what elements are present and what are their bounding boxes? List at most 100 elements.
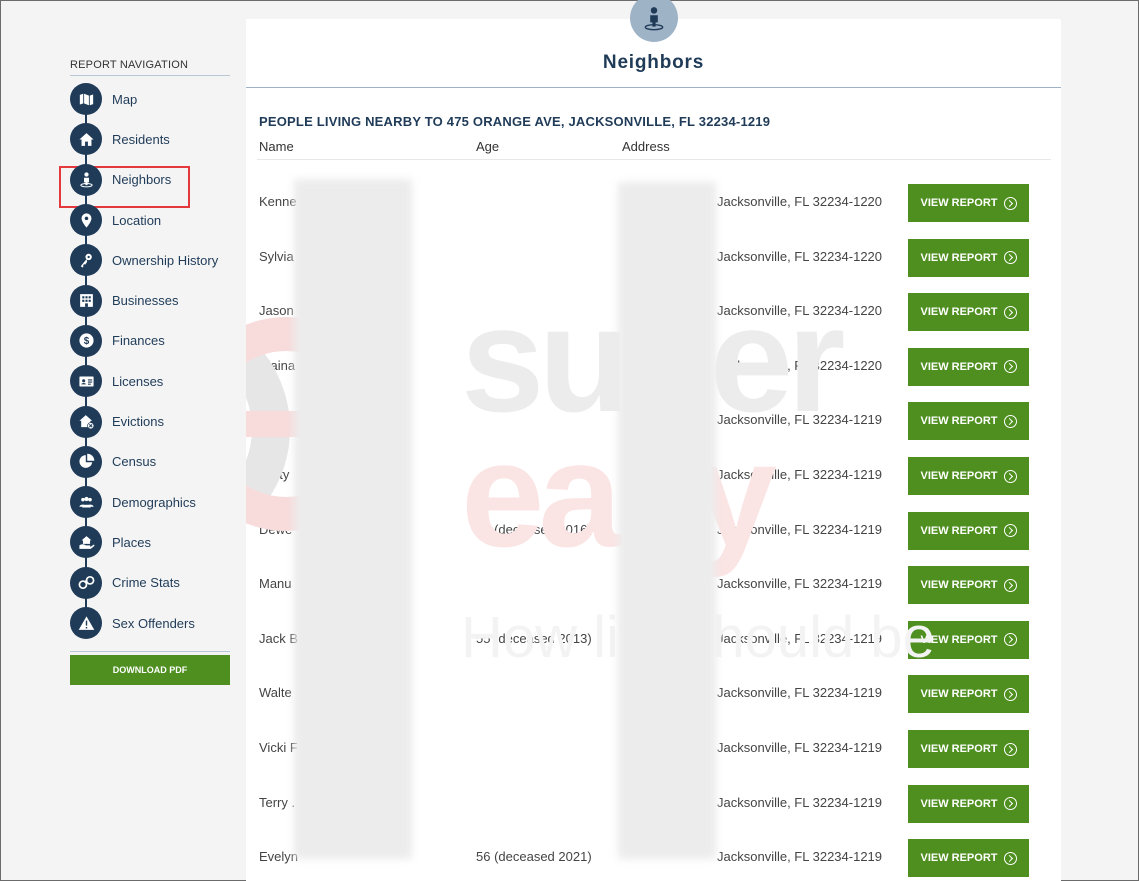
neighbor-age: 55 (deceased 2013) [476, 630, 592, 646]
sidebar-item-label: Places [112, 534, 152, 550]
neighbor-name: Terry . [259, 794, 296, 810]
view-report-label: VIEW REPORT [920, 688, 998, 701]
sidebar-item-label: Licenses [112, 373, 164, 389]
neighbor-address: Jacksonville, FL 32234-1219 [717, 467, 883, 482]
chevron-right-circle-icon [1003, 414, 1017, 428]
sidebar-item-label: Businesses [112, 293, 179, 309]
sidebar-item-label: Crime Stats [112, 575, 180, 591]
sidebar-item-residents[interactable]: Residents [70, 119, 230, 159]
download-pdf-button[interactable]: DOWNLOAD PDF [70, 655, 230, 686]
neighbor-name: Jason [259, 303, 294, 319]
neighbor-age: 59 (deceased 2016) [476, 521, 592, 537]
neighbor-age: 56 (deceased 2021) [476, 849, 592, 865]
chevron-right-circle-icon [1003, 469, 1017, 483]
view-report-button[interactable]: VIEW REPORT [908, 457, 1029, 495]
neighbor-address: Jacksonville, FL 32234-1219 [717, 412, 883, 428]
sidebar-item-census[interactable]: Census [70, 442, 230, 482]
sidebar-item-label: Census [112, 454, 157, 470]
name-privacy-blur [294, 179, 412, 859]
neighbor-address: Jacksonville, FL 32234-1219 [717, 685, 883, 701]
sidebar-item-map[interactable]: Map [70, 79, 230, 119]
header-divider [257, 159, 1051, 160]
neighbor-address: Jacksonville, FL 32234-1220 [717, 357, 883, 373]
sidebar-item-crime-stats[interactable]: Crime Stats [70, 563, 230, 603]
neighbor-name: Alaina [259, 357, 296, 373]
neighbors-panel: Neighbors PEOPLE LIVING NEARBY TO 475 OR… [246, 19, 1061, 881]
map-icon [70, 83, 102, 116]
people-icon [70, 486, 102, 519]
view-report-button[interactable]: VIEW REPORT [908, 238, 1029, 277]
sidebar-item-label: Finances [112, 333, 165, 349]
view-report-label: VIEW REPORT [920, 852, 998, 865]
nav-list: Map Residents Neighbors Location Ownership H… [70, 79, 230, 643]
view-report-button[interactable]: VIEW REPORT [908, 511, 1029, 550]
neighbor-name: Misty [259, 467, 290, 482]
view-report-label: VIEW REPORT [920, 579, 998, 592]
sidebar-item-label: Demographics [112, 494, 196, 510]
column-header-name: Name [259, 139, 294, 154]
view-report-button[interactable]: VIEW REPORT [908, 730, 1029, 768]
sidebar-title: REPORT NAVIGATION [70, 59, 230, 76]
view-report-label: VIEW REPORT [920, 743, 998, 755]
sidebar-item-sex-offenders[interactable]: Sex Offenders [70, 603, 230, 643]
sidebar-item-label: Map [112, 91, 138, 107]
hand-house-icon [70, 526, 102, 559]
view-report-label: VIEW REPORT [920, 415, 998, 428]
neighbor-address: Jacksonville, FL 32234-1219 [717, 576, 883, 592]
sidebar-item-evictions[interactable]: Evictions [70, 401, 230, 441]
neighbor-name: Kenne [259, 194, 297, 209]
handcuffs-icon [70, 566, 102, 599]
neighbor-address: Jacksonville, FL 32234-1219 [717, 740, 883, 755]
view-report-button[interactable]: VIEW REPORT [908, 675, 1029, 714]
chevron-right-circle-icon [1003, 196, 1017, 210]
view-report-label: VIEW REPORT [920, 524, 998, 537]
view-report-button[interactable]: VIEW REPORT [908, 784, 1029, 823]
neighbor-name: Walte [259, 685, 292, 701]
sidebar-item-label: Location [112, 212, 162, 228]
chevron-right-circle-icon [1003, 851, 1017, 865]
column-header-age: Age [476, 139, 500, 154]
chevron-right-circle-icon [1003, 797, 1017, 811]
sidebar-item-businesses[interactable]: Businesses [70, 280, 230, 320]
neighbor-name: Manu [259, 576, 292, 592]
report-navigation: REPORT NAVIGATION Map Residents Neighbors L… [70, 59, 230, 686]
view-report-button[interactable]: VIEW REPORT [908, 402, 1029, 441]
view-report-button[interactable]: VIEW REPORT [908, 839, 1029, 878]
chevron-right-circle-icon [1003, 251, 1017, 265]
chevron-right-circle-icon [1003, 305, 1017, 319]
neighbor-name: Evelyn [259, 849, 299, 865]
divider [70, 651, 230, 653]
house-x-icon [70, 405, 102, 438]
neighbor-address: Jacksonville, FL 32234-1220 [717, 248, 883, 264]
person-pin-icon [644, 7, 664, 31]
view-report-button[interactable]: VIEW REPORT [908, 293, 1029, 332]
neighbor-address: Jacksonville, FL 32234-1219 [717, 521, 883, 537]
chevron-right-circle-icon [1003, 633, 1017, 647]
view-report-label: VIEW REPORT [920, 797, 998, 810]
address-privacy-blur [618, 182, 716, 859]
view-report-button[interactable]: VIEW REPORT [908, 620, 1029, 659]
view-report-label: VIEW REPORT [920, 633, 998, 646]
view-report-button[interactable]: VIEW REPORT [908, 566, 1029, 605]
sidebar-item-places[interactable]: Places [70, 522, 230, 562]
section-title: PEOPLE LIVING NEARBY TO 475 ORANGE AVE, … [259, 114, 771, 129]
building-icon [70, 284, 102, 317]
sidebar-item-label: Ownership History [112, 252, 219, 268]
neighbor-name: Dewe [259, 521, 293, 537]
sidebar-item-finances[interactable]: $ Finances [70, 321, 230, 361]
chevron-right-circle-icon [1003, 742, 1017, 756]
chevron-right-circle-icon [1003, 687, 1017, 701]
svg-text:$: $ [83, 336, 89, 347]
neighbor-address: Jacksonville, FL 32234-1219 [717, 630, 883, 646]
neighbor-address: Jacksonville, FL 32234-1220 [717, 194, 883, 209]
dollar-icon: $ [70, 324, 102, 357]
view-report-button[interactable]: VIEW REPORT [908, 347, 1029, 386]
view-report-button[interactable]: VIEW REPORT [908, 184, 1029, 222]
sidebar-item-licenses[interactable]: Licenses [70, 361, 230, 401]
sidebar-item-ownership-history[interactable]: Ownership History [70, 240, 230, 280]
view-report-label: VIEW REPORT [920, 360, 998, 373]
sidebar-item-label: Residents [112, 131, 170, 147]
person-pin-icon [70, 163, 102, 196]
sidebar-item-demographics[interactable]: Demographics [70, 482, 230, 522]
neighbor-name: Vicki F [259, 740, 298, 755]
